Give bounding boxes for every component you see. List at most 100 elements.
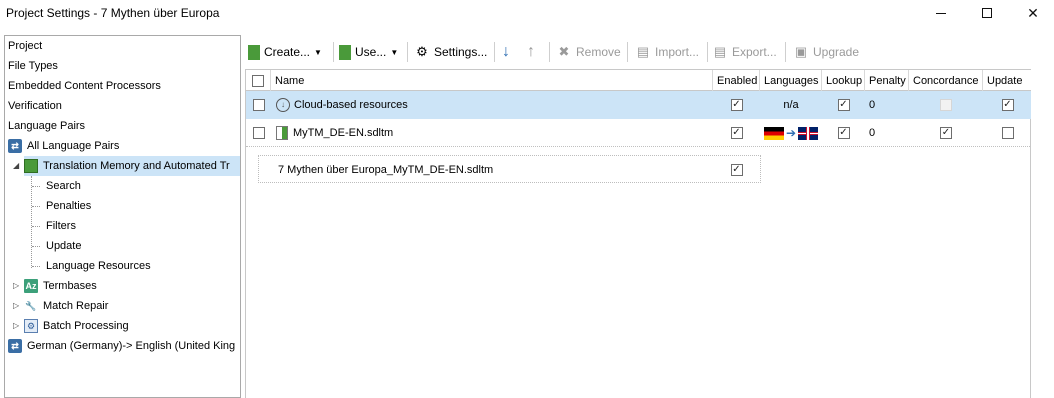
- toolbar-separator: [549, 42, 550, 62]
- expand-icon[interactable]: ▷: [13, 281, 19, 290]
- settings-label: Settings...: [434, 45, 488, 59]
- close-button[interactable]: ✕: [1010, 0, 1054, 26]
- row-select-checkbox[interactable]: [252, 127, 265, 139]
- tree-item-label: Termbases: [43, 280, 97, 292]
- expand-icon[interactable]: ▷: [13, 321, 19, 330]
- resources-grid: Name Enabled Languages Lookup Penalty Co…: [245, 69, 1032, 398]
- tree-item-project[interactable]: Project: [8, 36, 42, 56]
- maximize-icon: [982, 8, 992, 18]
- tree-connector: [31, 176, 32, 268]
- column-header-penalty[interactable]: Penalty: [865, 70, 909, 91]
- tree-item-label: File Types: [8, 60, 58, 72]
- move-up-button[interactable]: ↑: [527, 40, 535, 64]
- toolbar-separator: [627, 42, 628, 62]
- column-header-name[interactable]: Name: [271, 70, 713, 91]
- lookup-checkbox[interactable]: ✓: [837, 127, 850, 139]
- settings-tree[interactable]: Project File Types Embedded Content Proc…: [4, 35, 241, 398]
- tree-item-match-repair[interactable]: 🔧 Match Repair: [24, 296, 108, 316]
- tree-connector: [32, 246, 40, 247]
- tree-item-label: Embedded Content Processors: [8, 80, 161, 92]
- row-select-checkbox[interactable]: [252, 99, 265, 111]
- tree-connector: [32, 266, 40, 267]
- language-pair-icon: ⇄: [8, 139, 22, 153]
- use-button[interactable]: Use... ▼: [339, 40, 398, 64]
- project-tm-row[interactable]: 7 Mythen über Europa_MyTM_DE-EN.sdltm ✓: [258, 155, 761, 183]
- table-row[interactable]: ↓ Cloud-based resources ✓ n/a ✓ 0 ✓: [246, 91, 1032, 119]
- expand-icon[interactable]: ▷: [13, 301, 19, 310]
- window-title: Project Settings - 7 Mythen über Europa: [6, 6, 220, 20]
- arrow-down-icon: ↓: [502, 43, 510, 60]
- concordance-checkbox[interactable]: ✓: [940, 127, 952, 139]
- batch-processing-icon: ⚙: [24, 319, 38, 333]
- penalty-value[interactable]: 0: [869, 119, 909, 147]
- enabled-checkbox[interactable]: ✓: [730, 99, 743, 111]
- tree-item-language-pair-de-en[interactable]: ⇄ German (Germany)-> English (United Kin…: [8, 336, 235, 356]
- tree-item-search[interactable]: Search: [46, 176, 81, 196]
- tree-item-language-pairs[interactable]: Language Pairs: [8, 116, 85, 136]
- export-icon: ▤: [713, 44, 727, 59]
- toolbar-separator: [707, 42, 708, 62]
- tree-item-penalties[interactable]: Penalties: [46, 196, 91, 216]
- tree-item-language-resources[interactable]: Language Resources: [46, 256, 151, 276]
- create-button[interactable]: Create... ▼: [248, 40, 322, 64]
- column-header-concordance[interactable]: Concordance: [909, 70, 983, 91]
- column-header-update[interactable]: Update: [983, 70, 1032, 91]
- maximize-button[interactable]: [964, 0, 1010, 26]
- lookup-checkbox[interactable]: ✓: [837, 99, 850, 111]
- tree-item-batch-processing[interactable]: ⚙ Batch Processing: [24, 316, 129, 336]
- tree-item-label: Batch Processing: [43, 320, 129, 332]
- tree-item-label: Update: [46, 240, 82, 252]
- column-header-lookup[interactable]: Lookup: [822, 70, 865, 91]
- import-label: Import...: [655, 45, 700, 59]
- penalty-value[interactable]: 0: [869, 91, 909, 119]
- languages-value: n/a: [783, 99, 799, 111]
- move-down-button[interactable]: ↓: [502, 40, 510, 64]
- tree-item-verification[interactable]: Verification: [8, 96, 62, 116]
- toolbar-separator: [407, 42, 408, 62]
- resource-name: Cloud-based resources: [294, 99, 408, 111]
- export-button[interactable]: ▤ Export...: [712, 40, 777, 64]
- collapse-icon[interactable]: ◢: [13, 161, 19, 170]
- termbase-icon: Az: [24, 279, 38, 293]
- upgrade-button[interactable]: ▣ Upgrade: [793, 40, 859, 64]
- resource-name: MyTM_DE-EN.sdltm: [293, 127, 394, 139]
- tree-item-filters[interactable]: Filters: [46, 216, 76, 236]
- tree-connector: [32, 206, 40, 207]
- column-header-enabled[interactable]: Enabled: [713, 70, 760, 91]
- import-button[interactable]: ▤ Import...: [635, 40, 699, 64]
- tree-item-file-types[interactable]: File Types: [8, 56, 58, 76]
- german-flag-icon: [763, 126, 784, 140]
- wrench-icon: 🔧: [25, 300, 37, 311]
- tree-item-update[interactable]: Update: [46, 236, 81, 256]
- select-all-checkbox[interactable]: [252, 74, 264, 87]
- grid-header: Name Enabled Languages Lookup Penalty Co…: [246, 70, 1032, 91]
- project-tm-enabled-checkbox[interactable]: ✓: [730, 164, 743, 176]
- tree-item-label: All Language Pairs: [27, 140, 120, 152]
- vertical-scroll-area: [1031, 69, 1054, 398]
- tree-item-label: Project: [8, 40, 43, 52]
- remove-button[interactable]: ✖ Remove: [556, 40, 621, 64]
- chevron-down-icon: ▼: [390, 47, 399, 57]
- close-icon: ✕: [1027, 4, 1039, 21]
- language-pair-icon: ⇄: [8, 339, 22, 353]
- table-row[interactable]: MyTM_DE-EN.sdltm ✓ ➔ ✓ 0 ✓: [246, 119, 1032, 147]
- tree-item-embedded-content[interactable]: Embedded Content Processors: [8, 76, 161, 96]
- tree-item-translation-memory[interactable]: Translation Memory and Automated Tr: [24, 156, 240, 176]
- create-label: Create...: [264, 45, 311, 59]
- tree-connector: [32, 186, 40, 187]
- gear-icon: ⚙: [416, 44, 428, 59]
- enabled-checkbox[interactable]: ✓: [730, 127, 743, 139]
- use-label: Use...: [355, 45, 387, 59]
- tree-item-termbases[interactable]: Az Termbases: [24, 276, 97, 296]
- settings-button[interactable]: ⚙ Settings...: [414, 40, 487, 64]
- column-header-languages[interactable]: Languages: [760, 70, 822, 91]
- translation-memory-file-icon: [276, 126, 288, 140]
- toolbar-separator: [785, 42, 786, 62]
- tree-item-all-language-pairs[interactable]: ⇄ All Language Pairs: [8, 136, 119, 156]
- minimize-button[interactable]: [918, 0, 964, 26]
- tree-item-label: Search: [46, 180, 81, 192]
- update-checkbox[interactable]: [1001, 127, 1014, 139]
- tree-item-label: German (Germany)-> English (United King: [27, 340, 236, 352]
- update-checkbox[interactable]: ✓: [1001, 99, 1014, 111]
- tree-connector: [32, 226, 40, 227]
